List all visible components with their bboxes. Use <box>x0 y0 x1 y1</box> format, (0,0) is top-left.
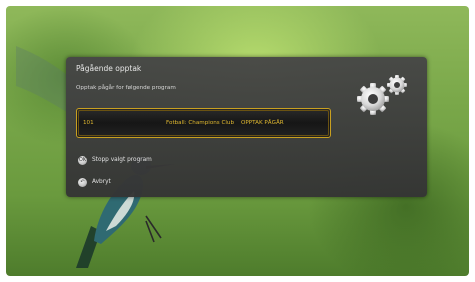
recording-program-row[interactable]: 101 Fotball: Champions Club OPPTAK PÅGÅR <box>76 108 331 138</box>
channel-number: 101 <box>83 120 94 126</box>
ok-button-icon: OK <box>78 155 87 165</box>
stop-program-option[interactable]: OK Stopp valgt program <box>78 155 152 165</box>
dialog-subtitle: Opptak pågår for følgende program <box>76 85 176 91</box>
tv-screen: Pågående opptak Opptak pågår for følgend… <box>0 0 475 282</box>
dialog-title: Pågående opptak <box>76 64 142 73</box>
recording-status: OPPTAK PÅGÅR <box>241 120 284 126</box>
back-button-icon: ↶ <box>78 177 87 187</box>
cancel-label: Avbryt <box>92 179 111 185</box>
gear-icon <box>357 75 407 115</box>
stop-program-label: Stopp valgt program <box>92 157 152 163</box>
cancel-option[interactable]: ↶ Avbryt <box>78 177 111 187</box>
program-name: Fotball: Champions Club <box>166 120 235 126</box>
recording-dialog: Pågående opptak Opptak pågår for følgend… <box>66 57 427 197</box>
